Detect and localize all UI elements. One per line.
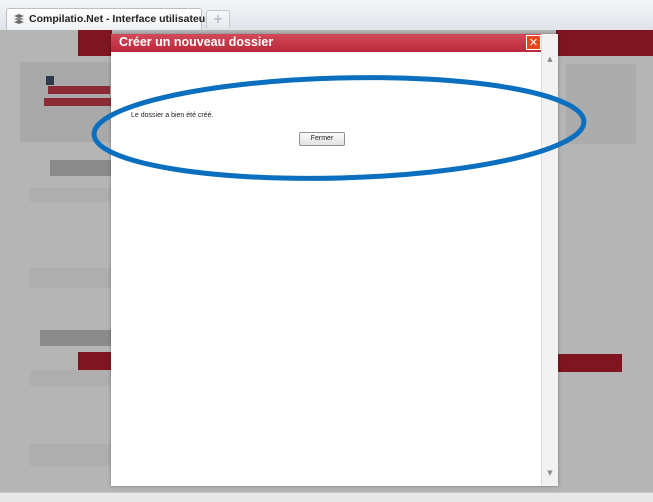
highlight-ellipse <box>91 75 587 181</box>
